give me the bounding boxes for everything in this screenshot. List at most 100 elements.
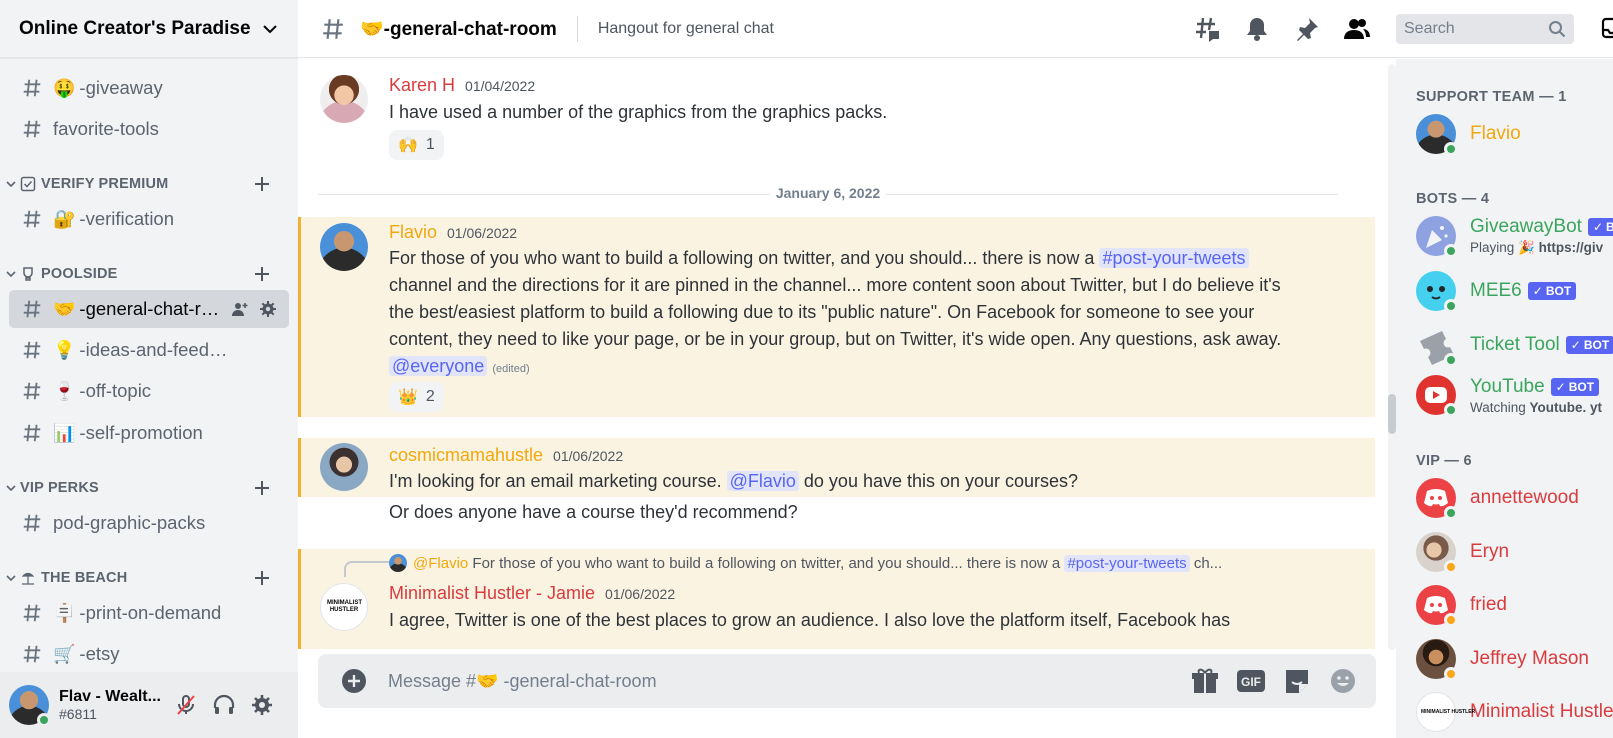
chevron-down-icon [6,575,16,582]
search-input[interactable]: Search [1396,14,1574,44]
reply-text: For those of you who want to build a fol… [472,554,1061,572]
invite-user-icon[interactable] [231,300,249,318]
channel-label: -ideas-and-feedback [79,339,233,360]
add-channel-icon[interactable] [253,569,271,587]
channel-favorite-tools[interactable]: favorite-tools [9,110,289,148]
channel-self-promotion[interactable]: 📊 -self-promotion [9,414,289,452]
category-vip-perks[interactable]: VIP PERKS [5,475,289,501]
online-status-icon [1444,506,1458,520]
category-the-beach[interactable]: THE BEACH [5,565,289,591]
avatar[interactable] [320,223,368,271]
reply-author: @Flavio [413,554,469,572]
channel-giveaway[interactable]: 🤑 -giveaway [9,69,289,107]
text-channel-icon [323,18,343,39]
gif-icon[interactable]: GIF [1236,667,1266,695]
user-mention[interactable]: @Flavio [726,471,799,491]
pin-icon[interactable] [1293,15,1321,43]
sticker-icon[interactable] [1282,667,1312,695]
member-item[interactable]: annettewood [1416,478,1579,520]
channel-mention[interactable]: #post-your-tweets [1099,248,1249,268]
avatar [1416,375,1458,417]
gear-icon[interactable] [250,693,274,717]
channel-list: 🤑 -giveaway favorite-tools VERIFY PREMIUM… [0,59,298,669]
channel-print-on-demand[interactable]: 🪧 -print-on-demand [9,594,289,632]
channel-etsy[interactable]: 🛒 -etsy [9,635,289,669]
add-attachment-icon[interactable] [341,668,367,694]
reaction[interactable]: 👑 2 [389,382,444,412]
message-content: For those of you who want to build a fol… [389,245,1309,383]
members-list-icon[interactable] [1343,15,1371,43]
avatar [1416,478,1458,520]
member-name: Jeffrey Mason [1470,648,1589,669]
channel-label: -giveaway [79,77,163,98]
add-channel-icon[interactable] [253,479,271,497]
gear-icon[interactable] [259,300,277,318]
avatar[interactable]: MINIMALIST HUSTLER [320,583,368,631]
bell-icon[interactable] [1243,15,1271,43]
avatar [1416,585,1458,627]
message-author[interactable]: Minimalist Hustler - Jamie [389,583,595,604]
channel-pod-graphic-packs[interactable]: pod-graphic-packs [9,504,289,542]
online-status-icon [37,713,51,727]
channel-mention[interactable]: #post-your-tweets [1064,554,1190,572]
chevron-down-icon [6,485,16,492]
scrollbar-thumb[interactable] [1388,394,1396,434]
member-item[interactable]: MINIMALIST HUSTLER Minimalist Hustle [1416,692,1613,732]
threads-icon[interactable] [1193,15,1221,43]
microphone-muted-icon[interactable] [174,693,198,717]
message-author[interactable]: Karen H [389,75,455,96]
category-verify-premium[interactable]: VERIFY PREMIUM [5,171,289,197]
reaction[interactable]: 🙌 1 [389,130,444,160]
member-item[interactable]: Ticket Tool ✓ BOT [1416,325,1613,367]
channel-title: 🤝-general-chat-room [360,17,557,41]
headphones-icon[interactable] [212,693,236,717]
message-highlighted: cosmicmamahustle 01/06/2022 I'm looking … [298,438,1375,497]
gift-icon[interactable] [1190,667,1220,695]
bot-badge: ✓ BOT [1527,282,1577,300]
channel-emoji: 🍷 [53,381,76,401]
member-item[interactable]: GiveawayBot ✓ B Playing 🎉 https://giv [1416,216,1613,258]
reaction-count: 2 [425,388,435,405]
avatar[interactable] [9,685,51,727]
channel-ideas-and-feedback[interactable]: 💡 -ideas-and-feedback [9,331,289,369]
channel-label: -print-on-demand [79,602,222,623]
channel-label: -self-promotion [79,422,203,443]
avatar-logo-text: MINIMALIST HUSTLER [327,600,362,613]
idle-status-icon [1444,560,1458,574]
category-poolside[interactable]: POOLSIDE [5,261,289,287]
avatar [1416,325,1458,367]
message-author[interactable]: Flavio [389,222,437,243]
online-status-icon [1444,353,1458,367]
member-item[interactable]: Eryn [1416,532,1509,574]
everyone-mention[interactable]: @everyone [389,356,488,376]
member-item[interactable]: Jeffrey Mason [1416,639,1589,681]
channel-general-chat-room[interactable]: 🤝 -general-chat-room [9,290,289,328]
reply-preview[interactable]: @Flavio For those of you who want to bui… [389,554,1222,572]
text-channel-icon [23,645,41,663]
member-name: annettewood [1470,487,1579,508]
inbox-icon[interactable] [1600,16,1613,40]
member-item[interactable]: fried [1416,585,1507,627]
add-channel-icon[interactable] [253,175,271,193]
member-item[interactable]: YouTube ✓ BOT Watching Youtube. yt [1416,375,1602,417]
member-item[interactable]: MEE6 ✓ BOT [1416,271,1577,313]
message-author[interactable]: cosmicmamahustle [389,445,543,466]
text-channel-icon [23,514,41,532]
channel-off-topic[interactable]: 🍷 -off-topic [9,372,289,410]
emoji-icon[interactable] [1328,667,1358,695]
member-item[interactable]: Flavio [1416,114,1521,156]
message-input[interactable]: Message #🤝 -general-chat-room GIF [318,654,1376,708]
avatar[interactable] [320,75,368,123]
member-name: Ticket Tool [1470,334,1560,355]
server-header[interactable]: Online Creator's Paradise [0,0,298,58]
server-name: Online Creator's Paradise [19,17,251,39]
date-divider: January 6, 2022 [318,184,1338,204]
channel-topic[interactable]: Hangout for general chat [598,20,774,38]
text-channel-icon [23,424,41,442]
date-divider-label: January 6, 2022 [769,185,887,201]
channel-verification[interactable]: 🔐 -verification [9,200,289,238]
add-channel-icon[interactable] [253,265,271,283]
avatar[interactable] [320,443,368,491]
message-text: do you have this on your courses? [803,471,1079,491]
message-scrollbar[interactable] [1388,64,1396,650]
